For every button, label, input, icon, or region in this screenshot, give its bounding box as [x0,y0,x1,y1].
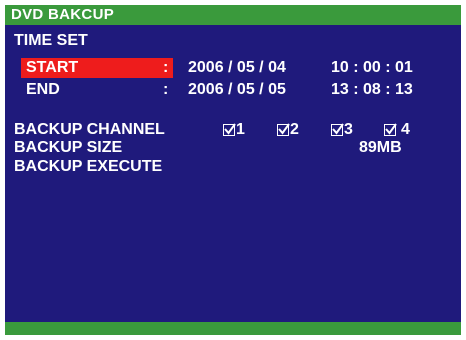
channel-4-checkbox[interactable]: 4 [384,121,410,139]
end-date[interactable]: 2006 / 05 / 05 [188,81,286,99]
channel-3-label: 3 [344,121,353,138]
backup-execute-button[interactable]: BACKUP EXECUTE [14,158,162,176]
start-separator: : [163,59,169,76]
start-time[interactable]: 10 : 00 : 01 [331,59,413,77]
checkbox-icon [384,123,397,136]
dvr-screen: DVD BAKCUP TIME SET START : 2006 / 05 / … [5,5,461,335]
backup-channel-label[interactable]: BACKUP CHANNEL [14,121,165,139]
backup-size-value: 89MB [359,139,402,156]
start-label[interactable]: START [26,59,78,77]
channel-4-label: 4 [401,121,410,138]
checkbox-icon [331,123,344,136]
checkbox-icon [223,123,236,136]
end-label[interactable]: END [26,81,60,99]
channel-2-label: 2 [290,121,299,138]
bottom-bar [5,322,461,335]
channel-3-checkbox[interactable]: 3 [331,121,353,139]
channel-2-checkbox[interactable]: 2 [277,121,299,139]
checkbox-icon [277,123,290,136]
channel-1-checkbox[interactable]: 1 [223,121,245,139]
end-separator: : [163,81,169,98]
menu-title: DVD BAKCUP [11,6,115,23]
backup-size-label: BACKUP SIZE [14,139,123,156]
channel-1-label: 1 [236,121,245,138]
end-time[interactable]: 13 : 08 : 13 [331,81,413,99]
section-title: TIME SET [14,32,88,49]
title-bar: DVD BAKCUP [5,5,461,25]
start-date[interactable]: 2006 / 05 / 04 [188,59,286,77]
